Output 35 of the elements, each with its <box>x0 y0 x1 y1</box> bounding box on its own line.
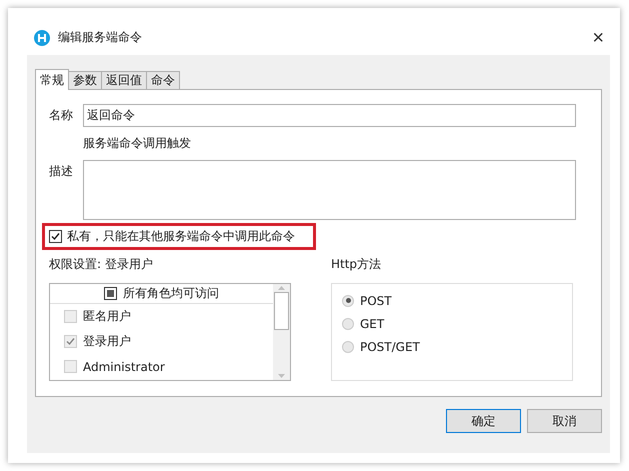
app-logo-icon <box>34 30 50 46</box>
trigger-text: 服务端命令调用触发 <box>83 135 192 152</box>
radio-button[interactable] <box>342 294 354 306</box>
role-label: Administrator <box>83 360 165 374</box>
tab[interactable]: 命令 <box>146 71 180 90</box>
description-label: 描述 <box>49 163 74 180</box>
radio-label: POST/GET <box>360 340 420 354</box>
all-roles-checkbox[interactable] <box>104 287 117 300</box>
name-label: 名称 <box>49 107 74 124</box>
description-field[interactable] <box>83 160 576 220</box>
private-label: 私有，只能在其他服务端命令中调用此命令 <box>67 228 295 245</box>
role-checkbox[interactable] <box>64 335 77 348</box>
cancel-button[interactable]: 取消 <box>527 409 602 433</box>
radio-label: GET <box>360 316 384 330</box>
role-label: 匿名用户 <box>83 308 131 325</box>
role-label: 登录用户 <box>83 333 131 350</box>
role-checkbox[interactable] <box>64 360 77 373</box>
ok-button[interactable]: 确定 <box>446 409 521 433</box>
private-checkbox[interactable] <box>49 230 62 243</box>
permissions-label: 权限设置: 登录用户 <box>49 256 154 273</box>
all-roles-label: 所有角色均可访问 <box>123 285 219 302</box>
tab[interactable]: 返回值 <box>101 71 147 90</box>
radio-button[interactable] <box>342 318 354 330</box>
window-title: 编辑服务端命令 <box>58 29 143 46</box>
name-field[interactable]: 返回命令 <box>83 104 576 127</box>
radio-button[interactable] <box>342 340 354 352</box>
scroll-up-icon[interactable] <box>278 286 285 290</box>
radio-label: POST <box>360 294 392 308</box>
tab[interactable]: 常规 <box>35 69 69 90</box>
tab[interactable]: 参数 <box>68 71 102 90</box>
close-button[interactable]: × <box>592 28 604 48</box>
scroll-down-icon[interactable] <box>278 374 285 378</box>
role-checkbox[interactable] <box>64 310 77 323</box>
scrollbar[interactable] <box>273 284 290 380</box>
http-method-label: Http方法 <box>331 256 382 273</box>
